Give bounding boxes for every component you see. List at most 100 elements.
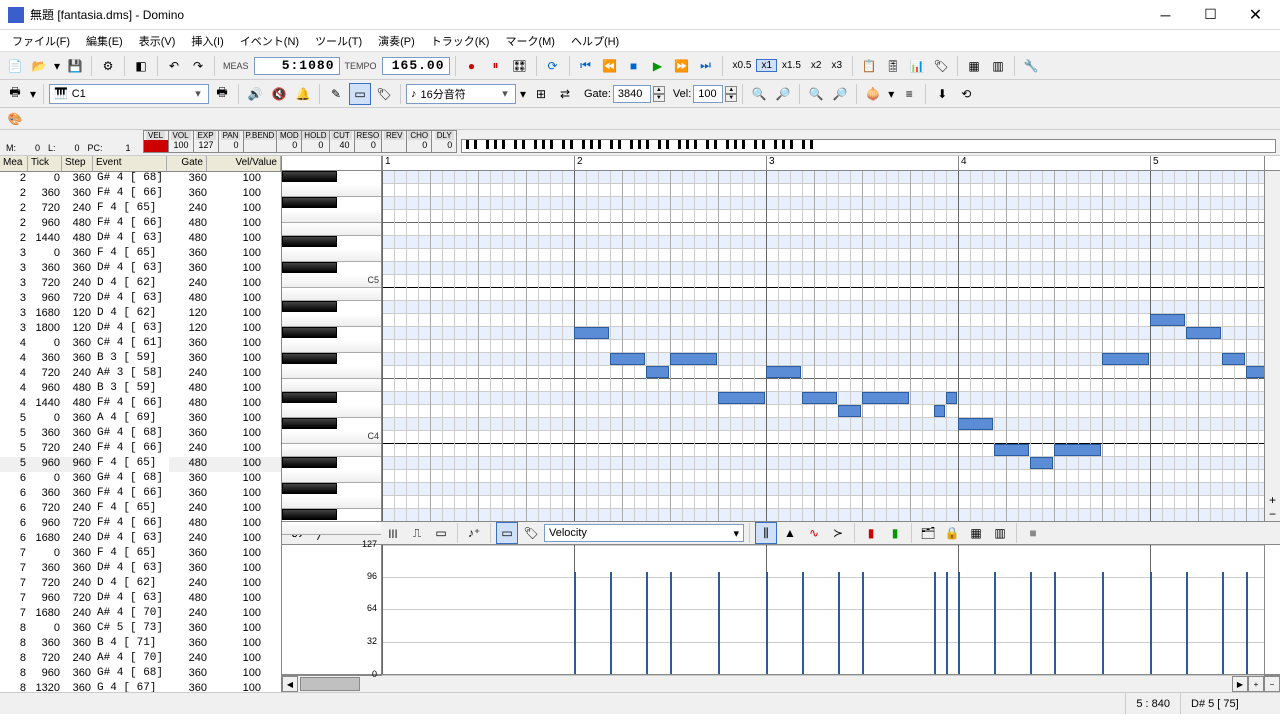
- record-button[interactable]: ●: [461, 55, 483, 77]
- menu-ファイル[interactable]: ファイル(F): [4, 31, 78, 51]
- velocity-bar[interactable]: [718, 572, 720, 674]
- table-row[interactable]: 60360G# 4 [ 68]360100: [0, 472, 281, 487]
- zoom-x1.5[interactable]: x1.5: [777, 59, 806, 72]
- keyboard-overview[interactable]: [461, 139, 1276, 153]
- table-row[interactable]: 70360F 4 [ 65]360100: [0, 547, 281, 562]
- menu-ヘルプ[interactable]: ヘルプ(H): [563, 31, 627, 51]
- vzoom-in[interactable]: +: [1269, 493, 1276, 507]
- vzoom-button[interactable]: 🔎: [829, 83, 851, 105]
- table-row[interactable]: 6360360F# 4 [ 66]360100: [0, 487, 281, 502]
- undo-button[interactable]: ↶: [163, 55, 185, 77]
- marker-list-button[interactable]: 🏷: [930, 55, 952, 77]
- table-row[interactable]: 2960480F# 4 [ 66]480100: [0, 217, 281, 232]
- event-list-body[interactable]: 20360G# 4 [ 68]3601002360360F# 4 [ 66]36…: [0, 172, 281, 692]
- velocity-bar[interactable]: [1030, 572, 1032, 674]
- table-row[interactable]: 50360A 4 [ 69]360100: [0, 412, 281, 427]
- grid1-button[interactable]: ▦: [963, 55, 985, 77]
- table-row[interactable]: 4720240A# 3 [ 58]240100: [0, 367, 281, 382]
- align-button[interactable]: ≡: [898, 83, 920, 105]
- cc-stop-icon[interactable]: ■: [1022, 522, 1044, 544]
- zoom-x1[interactable]: x1: [756, 59, 777, 72]
- note[interactable]: [802, 392, 837, 404]
- velocity-bar[interactable]: [1150, 572, 1152, 674]
- gate-input[interactable]: 3840: [613, 85, 651, 103]
- menu-挿入[interactable]: 挿入(I): [183, 31, 231, 51]
- param-dly[interactable]: DLY0: [432, 130, 457, 153]
- color-picker-button[interactable]: 🎨: [4, 108, 26, 130]
- note[interactable]: [946, 392, 957, 404]
- note[interactable]: [1246, 366, 1264, 378]
- menu-表示[interactable]: 表示(V): [131, 31, 184, 51]
- track-props-button[interactable]: 🖶: [211, 83, 233, 105]
- velocity-bar[interactable]: [670, 572, 672, 674]
- scroll-left-button[interactable]: ◀: [282, 676, 298, 692]
- rewind-start-button[interactable]: ⏮: [575, 55, 597, 77]
- hzoom-in[interactable]: +: [1248, 676, 1264, 692]
- table-row[interactable]: 7960720D# 4 [ 63]480100: [0, 592, 281, 607]
- table-row[interactable]: 3720240D 4 [ 62]240100: [0, 277, 281, 292]
- note[interactable]: [994, 444, 1029, 456]
- velocity-bar[interactable]: [958, 572, 960, 674]
- properties-button[interactable]: ⚙: [97, 55, 119, 77]
- maximize-button[interactable]: ☐: [1188, 1, 1233, 29]
- hscroll[interactable]: ◀ ▶ + −: [282, 676, 1280, 692]
- note[interactable]: [574, 327, 609, 339]
- table-row[interactable]: 30360F 4 [ 65]360100: [0, 247, 281, 262]
- note[interactable]: [934, 405, 945, 417]
- gate-spinner[interactable]: ▲▼: [653, 86, 665, 102]
- velocity-bar[interactable]: [946, 572, 948, 674]
- cc-env-view[interactable]: ≻: [827, 522, 849, 544]
- param-reso[interactable]: RESO0: [355, 130, 383, 153]
- note[interactable]: [1030, 457, 1053, 469]
- onion-button[interactable]: 🧅: [862, 83, 884, 105]
- velocity-bar[interactable]: [862, 572, 864, 674]
- note[interactable]: [838, 405, 861, 417]
- rewind-button[interactable]: ⏪: [599, 55, 621, 77]
- pen-tool[interactable]: ✎: [325, 83, 347, 105]
- param-vol[interactable]: VOL100: [169, 130, 194, 153]
- minimize-button[interactable]: ─: [1143, 1, 1188, 29]
- velocity-bar[interactable]: [838, 572, 840, 674]
- forward-button[interactable]: ⏩: [671, 55, 693, 77]
- monitor-button[interactable]: 🔔: [292, 83, 314, 105]
- cc-select-tool[interactable]: ▭: [496, 522, 518, 544]
- vel-input[interactable]: 100: [693, 85, 723, 103]
- erase-tool[interactable]: 🏷: [373, 83, 395, 105]
- table-row[interactable]: 61680240D# 4 [ 63]240100: [0, 532, 281, 547]
- scroll-right-button[interactable]: ▶: [1232, 676, 1248, 692]
- menu-トラック[interactable]: トラック(K): [423, 31, 498, 51]
- note-grid[interactable]: [382, 171, 1264, 521]
- zoom-x2[interactable]: x2: [806, 59, 827, 72]
- forward-end-button[interactable]: ⏭: [695, 55, 717, 77]
- table-row[interactable]: 80360C# 5 [ 73]360100: [0, 622, 281, 637]
- velocity-bar[interactable]: [934, 572, 936, 674]
- param-cho[interactable]: CHO0: [407, 130, 432, 153]
- param-hold[interactable]: HOLD0: [302, 130, 329, 153]
- close-button[interactable]: ✕: [1233, 1, 1278, 29]
- table-row[interactable]: 81320360G 4 [ 67]360100: [0, 682, 281, 692]
- cc-rand-tool[interactable]: Ⲽ: [382, 522, 404, 544]
- param-rev[interactable]: REV: [382, 130, 407, 153]
- save-button[interactable]: 💾: [64, 55, 86, 77]
- hzoom-button[interactable]: 🔍: [805, 83, 827, 105]
- table-row[interactable]: 40360C# 4 [ 61]360100: [0, 337, 281, 352]
- toggle-panel-button[interactable]: ◧: [130, 55, 152, 77]
- vel-spinner[interactable]: ▲▼: [725, 86, 737, 102]
- cc-grid[interactable]: [382, 545, 1264, 674]
- cc-card-icon[interactable]: 🗂: [917, 522, 939, 544]
- menu-ツール[interactable]: ツール(T): [307, 31, 370, 51]
- table-row[interactable]: 3360360D# 4 [ 63]360100: [0, 262, 281, 277]
- table-row[interactable]: 21440480D# 4 [ 63]480100: [0, 232, 281, 247]
- velocity-bar[interactable]: [766, 572, 768, 674]
- table-row[interactable]: 7720240D 4 [ 62]240100: [0, 577, 281, 592]
- track-combo[interactable]: 🎹 C1 ▾: [49, 84, 209, 104]
- velocity-bar[interactable]: [1246, 572, 1248, 674]
- param-exp[interactable]: EXP127: [194, 130, 219, 153]
- table-row[interactable]: 5960960F 4 [ 65]480100: [0, 457, 281, 472]
- velocity-bar[interactable]: [1102, 572, 1104, 674]
- zoomout-button[interactable]: 🔎: [772, 83, 794, 105]
- note[interactable]: [1054, 444, 1101, 456]
- table-row[interactable]: 5720240F# 4 [ 66]240100: [0, 442, 281, 457]
- settings-button[interactable]: 🔧: [1020, 55, 1042, 77]
- cc-grid-icon[interactable]: ▦: [965, 522, 987, 544]
